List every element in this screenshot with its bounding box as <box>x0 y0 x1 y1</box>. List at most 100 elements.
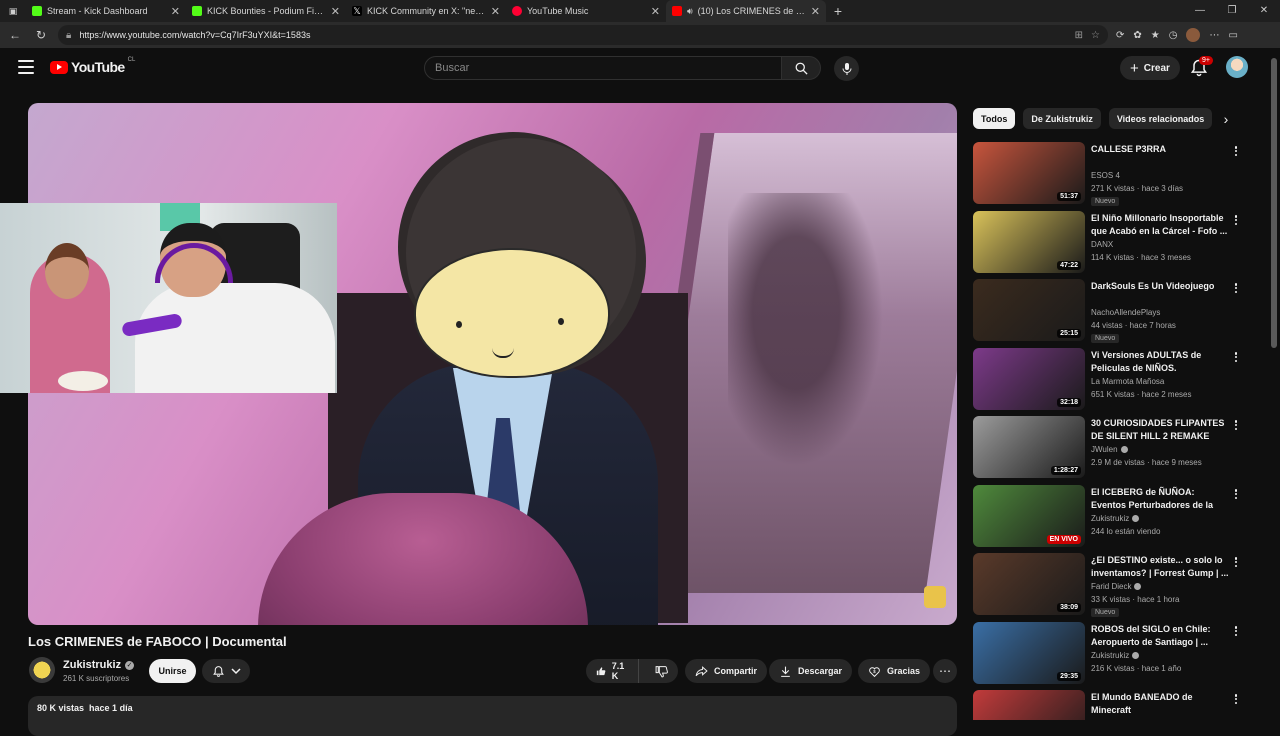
back-icon[interactable]: ← <box>6 26 24 44</box>
recommended-video[interactable]: 29:35 ROBOS del SIGLO en Chile: Aeropuert… <box>973 622 1248 686</box>
close-tab-icon[interactable]: ✕ <box>491 5 500 18</box>
recommended-video[interactable]: EN VIVO El ICEBERG de ÑUÑOA: Eventos Pert… <box>973 485 1248 549</box>
search-button[interactable] <box>781 56 821 80</box>
browser-tab[interactable]: 𝕏KICK Community en X: "new bou✕ <box>346 0 506 22</box>
video-thumbnail[interactable]: EN VIVO <box>973 485 1085 547</box>
history-icon[interactable]: ◷ <box>1169 30 1178 41</box>
share-button[interactable]: Compartir <box>685 659 768 683</box>
kebab-menu-icon[interactable] <box>1232 418 1240 432</box>
dislike-button[interactable] <box>645 659 678 683</box>
recommended-title[interactable]: 30 CURIOSIDADES FLIPANTES DE SILENT HILL… <box>1091 417 1231 443</box>
channel-watermark-icon[interactable] <box>924 586 946 608</box>
channel-avatar[interactable] <box>29 657 55 683</box>
thanks-button[interactable]: $ Gracias <box>858 659 931 683</box>
recommended-title[interactable]: ROBOS del SIGLO en Chile: Aeropuerto de … <box>1091 623 1231 649</box>
kebab-menu-icon[interactable] <box>1232 350 1240 364</box>
new-tab-icon[interactable]: + <box>826 3 850 19</box>
close-tab-icon[interactable]: ✕ <box>651 5 660 18</box>
browser-menu-icon[interactable]: ⋯ <box>1209 30 1219 41</box>
recommended-channel[interactable]: JWulen <box>1091 445 1128 454</box>
kebab-menu-icon[interactable] <box>1232 624 1240 638</box>
kebab-menu-icon[interactable] <box>1232 281 1240 295</box>
video-thumbnail[interactable]: 51:37 <box>973 142 1085 204</box>
hamburger-menu-icon[interactable] <box>18 60 34 74</box>
site-info-icon[interactable]: 🔒︎ <box>66 30 71 41</box>
channel-name[interactable]: Zukistrukiz <box>63 659 121 671</box>
account-avatar[interactable] <box>1226 56 1248 78</box>
recommended-title[interactable]: El Niño Millonario Insoportable que Acab… <box>1091 212 1231 238</box>
video-thumbnail[interactable]: 32:18 <box>973 348 1085 410</box>
video-thumbnail[interactable] <box>973 690 1085 720</box>
recommended-channel[interactable]: ESOS 4 <box>1091 171 1120 180</box>
recommended-title[interactable]: El Mundo BANEADO de Minecraft <box>1091 691 1231 717</box>
like-button[interactable]: 7.1 K <box>586 659 639 683</box>
close-window-icon[interactable]: ✕ <box>1248 0 1280 22</box>
maximize-icon[interactable]: ❐ <box>1216 0 1248 22</box>
description-box[interactable]: 80 K vistas hace 1 día <box>28 696 957 736</box>
recommended-video[interactable]: 32:18 Vi Versiones ADULTAS de Peliculas d… <box>973 348 1248 412</box>
minimize-icon[interactable]: — <box>1184 0 1216 22</box>
speaker-icon[interactable]: 🔊︎ <box>687 6 693 17</box>
sidebar-toggle-icon[interactable]: ▭ <box>1228 30 1237 41</box>
kebab-menu-icon[interactable] <box>1232 144 1240 158</box>
page-scrollbar[interactable] <box>1268 48 1280 720</box>
recommended-channel[interactable]: Farid Dieck <box>1091 582 1142 591</box>
search-box[interactable] <box>424 56 782 80</box>
video-thumbnail[interactable]: 25:15 <box>973 279 1085 341</box>
scrollbar-thumb[interactable] <box>1271 58 1277 348</box>
refresh-extension-icon[interactable]: ⟳ <box>1116 30 1124 41</box>
browser-tab[interactable]: YouTube Music ✕ <box>506 0 666 22</box>
recommended-title[interactable]: Vi Versiones ADULTAS de Peliculas de NIÑ… <box>1091 349 1231 375</box>
browser-tab[interactable]: KICK Bounties - Podium Finish ✕ <box>186 0 346 22</box>
recommended-video[interactable]: 38:09 ¿El DESTINO existe... o solo lo inv… <box>973 553 1248 617</box>
recommended-video[interactable]: 25:15 DarkSouls Es Un Videojuego NachoAlle… <box>973 279 1248 343</box>
recommended-channel[interactable]: La Marmota Mañosa <box>1091 377 1164 386</box>
app-icon[interactable]: ⊞ <box>1075 30 1083 41</box>
reload-icon[interactable]: ↻ <box>32 26 50 44</box>
recommended-channel[interactable]: DANX <box>1091 240 1113 249</box>
browser-tab[interactable]: Stream - Kick Dashboard ✕ <box>26 0 186 22</box>
more-actions-icon[interactable]: ⋯ <box>933 659 957 683</box>
tab-actions-icon[interactable]: ▣ <box>0 0 26 22</box>
video-thumbnail[interactable]: 29:35 <box>973 622 1085 684</box>
join-button[interactable]: Unirse <box>149 659 196 683</box>
create-button[interactable]: + Crear <box>1120 56 1180 80</box>
url-field[interactable]: 🔒︎ https://www.youtube.com/watch?v=Cq7Ir… <box>58 25 1108 45</box>
recommended-video[interactable]: 51:37 CALLESE P3RRA ESOS 4 271 K vistas · h… <box>973 142 1248 206</box>
close-tab-icon[interactable]: ✕ <box>171 5 180 18</box>
recommended-video[interactable]: El Mundo BANEADO de Minecraft <box>973 690 1248 720</box>
recommended-title[interactable]: CALLESE P3RRA <box>1091 143 1231 156</box>
youtube-logo[interactable]: YouTube CL <box>50 57 135 75</box>
download-button[interactable]: Descargar <box>769 659 853 683</box>
kebab-menu-icon[interactable] <box>1232 555 1240 569</box>
recommended-title[interactable]: ¿El DESTINO existe... o solo lo inventam… <box>1091 554 1231 580</box>
chevron-right-icon[interactable]: › <box>1218 110 1234 128</box>
chip-all[interactable]: Todos <box>973 108 1016 129</box>
chip-related[interactable]: Videos relacionados <box>1108 108 1213 129</box>
recommended-title[interactable]: DarkSouls Es Un Videojuego <box>1091 280 1231 293</box>
profile-avatar[interactable] <box>1186 28 1201 42</box>
kebab-menu-icon[interactable] <box>1232 213 1240 227</box>
close-tab-icon[interactable]: ✕ <box>331 5 340 18</box>
chip-from-channel[interactable]: De Zukistrukiz <box>1023 108 1101 129</box>
search-input[interactable] <box>435 62 771 74</box>
favorite-star-icon[interactable]: ☆ <box>1091 30 1100 41</box>
subscription-notifications-button[interactable] <box>202 659 250 683</box>
channel-name-row[interactable]: Zukistrukiz ✓ <box>63 659 135 671</box>
video-thumbnail[interactable]: 47:22 <box>973 211 1085 273</box>
recommended-channel[interactable]: NachoAllendePlays <box>1091 308 1160 317</box>
kebab-menu-icon[interactable] <box>1232 487 1240 501</box>
browser-tab-active[interactable]: 🔊︎(10) Los CRIMENES de FABOC✕ <box>666 0 826 22</box>
extension-icon[interactable]: ✿ <box>1133 30 1141 41</box>
recommended-title[interactable]: El ICEBERG de ÑUÑOA: Eventos Perturbador… <box>1091 486 1231 512</box>
recommended-video[interactable]: 1:28:27 30 CURIOSIDADES FLIPANTES DE SILE… <box>973 416 1248 480</box>
favorites-icon[interactable]: ★ <box>1151 30 1160 41</box>
recommended-channel[interactable]: Zukistrukiz <box>1091 514 1140 523</box>
video-thumbnail[interactable]: 38:09 <box>973 553 1085 615</box>
kebab-menu-icon[interactable] <box>1232 692 1240 706</box>
voice-search-button[interactable] <box>834 56 859 81</box>
recommended-video[interactable]: 47:22 El Niño Millonario Insoportable que… <box>973 211 1248 275</box>
video-thumbnail[interactable]: 1:28:27 <box>973 416 1085 478</box>
recommended-channel[interactable]: Zukistrukiz <box>1091 651 1140 660</box>
close-tab-icon[interactable]: ✕ <box>811 5 820 18</box>
